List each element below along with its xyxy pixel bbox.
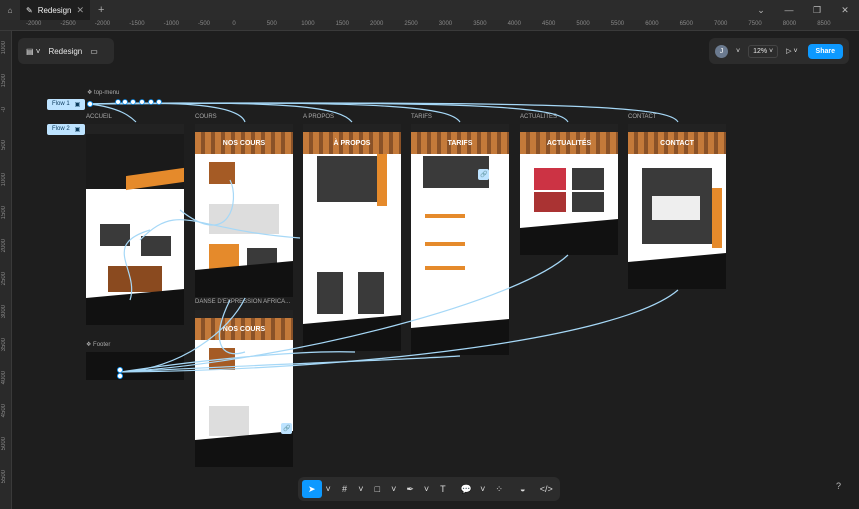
flow-connector[interactable]: [123, 229, 151, 301]
chevron-down-icon[interactable]: ˅: [480, 484, 485, 494]
chevron-down-icon[interactable]: ˅: [424, 484, 429, 494]
link-icon[interactable]: 🔗: [478, 169, 490, 180]
rectangle-tool-icon[interactable]: □: [368, 480, 388, 498]
flow-connector[interactable]: [139, 219, 301, 241]
flow-connector[interactable]: [119, 355, 461, 373]
link-icon[interactable]: 🔗: [281, 423, 293, 434]
flow-connector[interactable]: [89, 102, 461, 123]
chevron-down-icon[interactable]: ˅: [391, 484, 396, 494]
chevron-down-icon[interactable]: ˅: [326, 484, 331, 494]
flow-connector[interactable]: [89, 103, 137, 123]
bottom-toolbar: ➤ ˅ # ˅ □ ˅ ✒ ˅ T 💬 ˅ ⁘ ◒ </>: [298, 477, 560, 501]
prototype-connections: [87, 99, 679, 379]
flow-connector[interactable]: [119, 254, 569, 373]
components-icon[interactable]: ⁘: [489, 480, 509, 498]
text-tool-icon[interactable]: T: [433, 480, 453, 498]
dev-mode-icon[interactable]: </>: [536, 480, 556, 498]
help-button[interactable]: ?: [836, 481, 841, 491]
flow-connector[interactable]: [89, 102, 246, 123]
pen-tool-icon[interactable]: ✒: [400, 480, 420, 498]
flow-connector[interactable]: [179, 179, 235, 226]
move-tool-icon[interactable]: ➤: [302, 480, 322, 498]
frame-tool-icon[interactable]: #: [335, 480, 355, 498]
comment-tool-icon[interactable]: 💬: [457, 480, 477, 498]
flow-connector[interactable]: [89, 102, 353, 123]
chevron-down-icon[interactable]: ˅: [358, 484, 363, 494]
flow-connector[interactable]: [89, 102, 569, 123]
plugin-icon[interactable]: ◒: [513, 480, 533, 498]
